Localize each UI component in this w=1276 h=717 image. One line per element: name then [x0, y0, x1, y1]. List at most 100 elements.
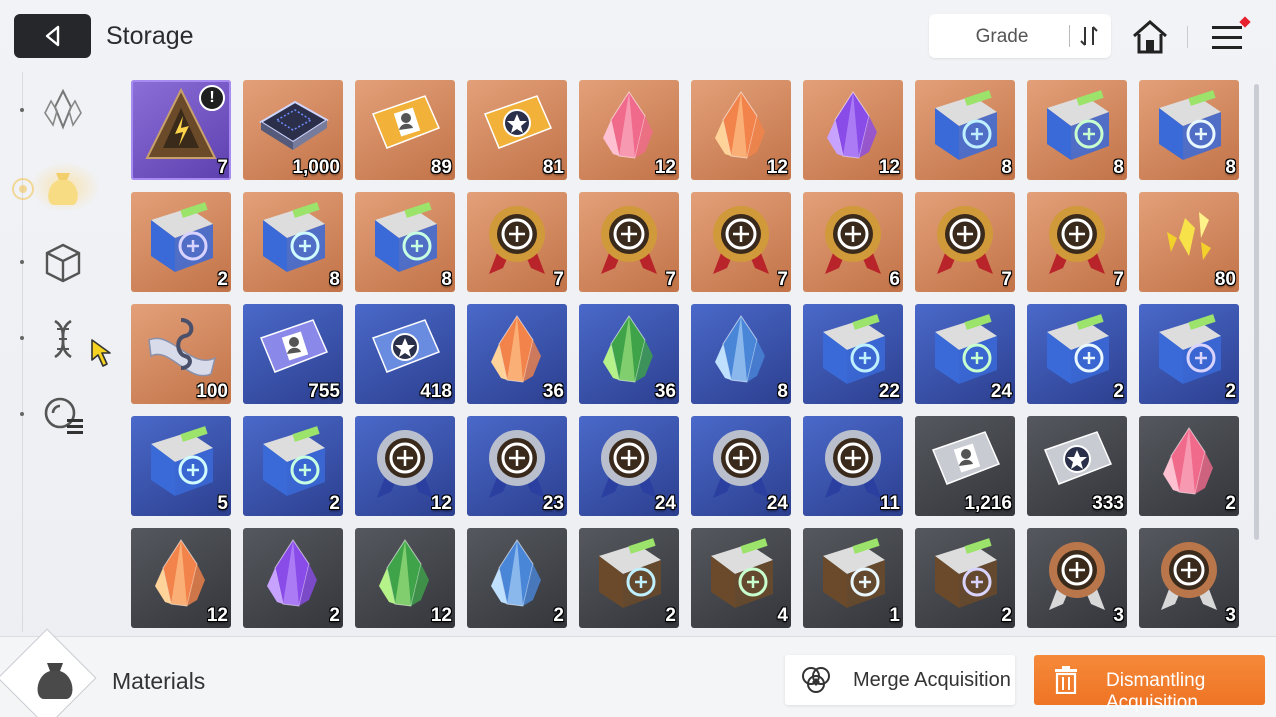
top-divider [1187, 26, 1188, 48]
inventory-item[interactable]: 333 [1027, 416, 1127, 516]
blue-crystal-icon [477, 534, 557, 614]
inventory-item[interactable]: 2 [243, 528, 343, 628]
inventory-item[interactable]: 6 [803, 192, 903, 292]
inventory-item[interactable]: ! 7 [131, 80, 231, 180]
item-count: 2 [1225, 493, 1236, 514]
item-count: 12 [206, 605, 228, 626]
inventory-item[interactable]: 2 [579, 528, 679, 628]
item-count: 7 [217, 157, 228, 178]
menu-icon[interactable] [1208, 16, 1252, 56]
sidebar-dot [20, 260, 24, 264]
dna-icon [54, 319, 72, 359]
inventory-item[interactable]: 7 [1027, 192, 1127, 292]
item-count: 1,216 [964, 493, 1012, 514]
inventory-item[interactable]: 8 [243, 192, 343, 292]
sidebar-item-box[interactable] [38, 238, 88, 288]
sidebar-item-dna[interactable] [38, 314, 88, 364]
sidebar-item-materials[interactable] [38, 162, 88, 212]
inventory-item[interactable]: 23 [467, 416, 567, 516]
item-count: 23 [542, 493, 564, 514]
inventory-item[interactable]: 2 [1139, 304, 1239, 404]
inventory-item[interactable]: 12 [131, 528, 231, 628]
dismantling-acquisition-button[interactable]: Dismantling Acquisition [1034, 655, 1265, 713]
inventory-item[interactable]: 12 [803, 80, 903, 180]
merge-acquisition-button[interactable]: Merge Acquisition [785, 655, 1015, 705]
sidebar-dot [20, 108, 24, 112]
inventory-item[interactable]: 4 [691, 528, 791, 628]
inventory-item[interactable]: 8 [1139, 80, 1239, 180]
item-count: 12 [430, 493, 452, 514]
inventory-item[interactable]: 12 [355, 416, 455, 516]
sidebar-item-crystal[interactable] [38, 84, 88, 134]
shield-medal-icon [589, 198, 669, 278]
inventory-item[interactable]: 1,000 [243, 80, 343, 180]
item-count: 7 [553, 269, 564, 290]
inventory-item[interactable]: 2 [243, 416, 343, 516]
wing-book-icon [141, 198, 221, 278]
inventory-item[interactable]: 3 [1139, 528, 1239, 628]
item-count: 24 [990, 381, 1012, 402]
inventory-item[interactable]: 12 [691, 80, 791, 180]
item-count: 12 [766, 157, 788, 178]
item-count: 6 [889, 269, 900, 290]
star-ticket-icon [1037, 422, 1117, 502]
blue-crystal-icon [701, 310, 781, 390]
sidebar-item-badge-list[interactable] [38, 390, 88, 440]
home-icon[interactable] [1130, 18, 1170, 56]
inventory-item[interactable]: 8 [691, 304, 791, 404]
inventory-item[interactable]: 7 [915, 192, 1015, 292]
inventory-item[interactable]: 24 [691, 416, 791, 516]
inventory-item[interactable]: 1 [803, 528, 903, 628]
sidebar-dot [20, 336, 24, 340]
item-count: 2 [329, 605, 340, 626]
item-count: 22 [878, 381, 900, 402]
star-ticket-icon [477, 86, 557, 166]
green-crystal-icon [365, 534, 445, 614]
inventory-item[interactable]: 7 [579, 192, 679, 292]
inventory-item[interactable]: 418 [355, 304, 455, 404]
bolt-medal-icon [701, 422, 781, 502]
inventory-item[interactable]: 3 [1027, 528, 1127, 628]
item-count: 7 [665, 269, 676, 290]
inventory-item[interactable]: 89 [355, 80, 455, 180]
sort-grade-button[interactable]: Grade [929, 14, 1111, 58]
trash-icon [1055, 666, 1077, 694]
inventory-item[interactable]: 1,216 [915, 416, 1015, 516]
inventory-item[interactable]: 7 [467, 192, 567, 292]
orange-crystal-icon [701, 86, 781, 166]
inventory-item[interactable]: 36 [467, 304, 567, 404]
inventory-item[interactable]: 12 [355, 528, 455, 628]
inventory-item[interactable]: 2 [1139, 416, 1239, 516]
inventory-item[interactable]: 100 [131, 304, 231, 404]
item-count: 7 [777, 269, 788, 290]
inventory-item[interactable]: 2 [1027, 304, 1127, 404]
sort-order-icon[interactable] [1077, 24, 1101, 48]
inventory-item[interactable]: 24 [915, 304, 1015, 404]
back-button[interactable] [14, 14, 91, 58]
inventory-item[interactable]: 2 [131, 192, 231, 292]
inventory-item[interactable]: 24 [579, 416, 679, 516]
sword-book-icon [589, 534, 669, 614]
inventory-item[interactable]: 5 [131, 416, 231, 516]
inventory-item[interactable]: 12 [579, 80, 679, 180]
inventory-item[interactable]: 755 [243, 304, 343, 404]
inventory-item[interactable]: 8 [915, 80, 1015, 180]
scrollbar[interactable] [1254, 84, 1259, 540]
inventory-grid: ! 7 1,000 89 81 12 12 12 8 8 8 2 8 8 7 7… [131, 80, 1241, 630]
inventory-item[interactable]: 2 [467, 528, 567, 628]
inventory-item[interactable]: 36 [579, 304, 679, 404]
inventory-item[interactable]: 8 [355, 192, 455, 292]
cube-icon [45, 243, 81, 283]
bolt-book-icon [253, 198, 333, 278]
star-ticket-icon [365, 310, 445, 390]
inventory-item[interactable]: 22 [803, 304, 903, 404]
eye-book-icon [1037, 310, 1117, 390]
page-title: Storage [106, 22, 194, 50]
inventory-item[interactable]: 81 [467, 80, 567, 180]
inventory-item[interactable]: 2 [915, 528, 1015, 628]
inventory-item[interactable]: 80 [1139, 192, 1239, 292]
eye-book-icon [1149, 86, 1229, 166]
inventory-item[interactable]: 8 [1027, 80, 1127, 180]
inventory-item[interactable]: 11 [803, 416, 903, 516]
inventory-item[interactable]: 7 [691, 192, 791, 292]
